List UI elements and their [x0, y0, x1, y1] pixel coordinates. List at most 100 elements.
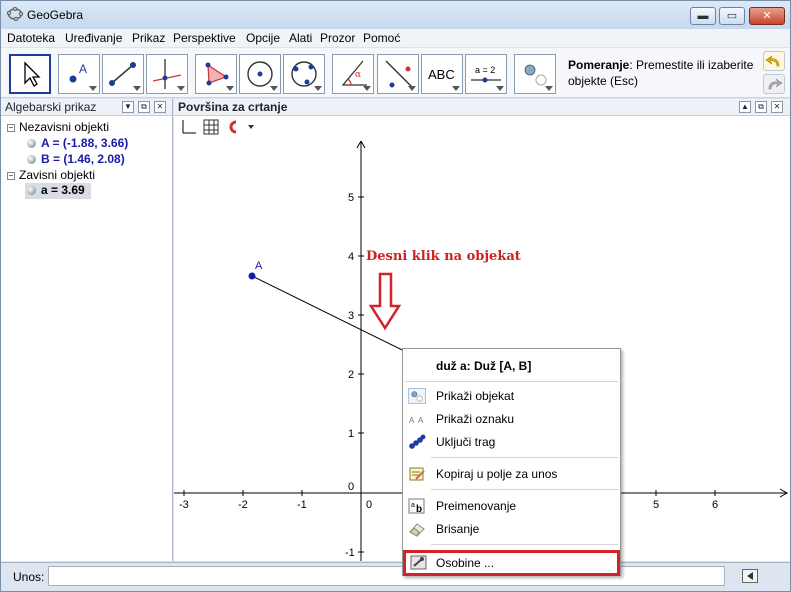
- dropdown-triangle-icon: [496, 86, 504, 91]
- algebra-item-point-b[interactable]: B = (1.46, 2.08): [27, 152, 125, 166]
- input-help-button[interactable]: [742, 569, 758, 583]
- circle-tool-button[interactable]: [239, 54, 281, 94]
- input-label: Unos:: [13, 570, 45, 584]
- visibility-ball-icon[interactable]: [27, 155, 36, 165]
- menu-item-show-object[interactable]: Prikaži objekat: [403, 385, 622, 407]
- context-menu-title: duž a: Duž [A, B]: [436, 359, 532, 373]
- svg-text:A: A: [418, 416, 424, 425]
- triangle-left-icon: [747, 572, 753, 580]
- menu-perspectives[interactable]: Perspektive: [173, 31, 236, 45]
- y-tick-label: 3: [348, 310, 354, 322]
- menu-item-label: Prikaži objekat: [436, 389, 515, 403]
- reflect-tool-button[interactable]: [377, 54, 419, 94]
- algebra-item-point-a[interactable]: A = (-1.88, 3.66): [27, 136, 128, 150]
- visibility-ball-icon[interactable]: [27, 139, 36, 149]
- x-tick-label: -3: [179, 499, 189, 511]
- perpendicular-tool-button[interactable]: [146, 54, 188, 94]
- point-a[interactable]: [248, 272, 256, 280]
- slider-tool-button[interactable]: a = 2: [465, 54, 507, 94]
- menu-item-label: Preimenovanje: [436, 499, 517, 513]
- x-tick-label: 0: [366, 499, 372, 511]
- abc-label: ABC: [428, 67, 455, 82]
- menu-item-show-label[interactable]: AA Prikaži oznaku: [403, 408, 622, 430]
- circle-three-points-tool-button[interactable]: [283, 54, 325, 94]
- menu-item-copy-to-input[interactable]: Kopiraj u polje za unos: [403, 463, 622, 485]
- menu-view[interactable]: Prikaz: [132, 31, 165, 45]
- algebra-item-segment-a[interactable]: a = 3.69: [25, 183, 91, 199]
- redo-button[interactable]: [763, 74, 785, 94]
- menu-item-trace-on[interactable]: Uključi trag: [403, 431, 622, 453]
- undo-button[interactable]: [763, 51, 785, 71]
- graphics-style-icons: [182, 119, 254, 135]
- point-capture-magnet-icon[interactable]: [229, 120, 237, 134]
- x-tick-label: -2: [238, 499, 248, 511]
- menu-options[interactable]: Opcije: [246, 31, 280, 45]
- menu-file[interactable]: Datoteka: [7, 31, 55, 45]
- angle-tool-button[interactable]: α: [332, 54, 374, 94]
- polygon-tool-button[interactable]: [195, 54, 237, 94]
- collapse-icon[interactable]: −: [7, 171, 15, 180]
- x-tick-label: -1: [297, 499, 307, 511]
- x-tick-label: 5: [653, 499, 659, 511]
- graphics-style-bar: [174, 117, 790, 141]
- y-tick-label: 2: [348, 369, 354, 381]
- panel-close-icon[interactable]: ✕: [154, 101, 166, 113]
- dropdown-triangle-icon: [133, 86, 141, 91]
- redo-icon: [768, 78, 783, 90]
- right-click-annotation: Desni klik na objekat: [366, 249, 521, 264]
- panel-menu-icon[interactable]: ▼: [122, 101, 134, 113]
- algebra-item-text: A = (-1.88, 3.66): [41, 136, 129, 150]
- dropdown-triangle-icon: [545, 86, 553, 91]
- text-tool-button[interactable]: ABC: [421, 54, 463, 94]
- cursor-arrow-icon: [24, 61, 41, 87]
- minimize-button[interactable]: ▬: [690, 7, 716, 25]
- show-label-icon: AA: [409, 416, 424, 425]
- point-a-label: A: [255, 260, 263, 272]
- y-tick-label: 1: [348, 428, 354, 440]
- menu-item-rename[interactable]: ab Preimenovanje: [403, 495, 622, 517]
- panel-maximize-icon[interactable]: ▲: [739, 101, 751, 113]
- menu-item-label: Prikaži oznaku: [436, 412, 515, 426]
- show-axes-icon[interactable]: [182, 120, 196, 134]
- input-field[interactable]: [48, 566, 725, 586]
- panel-undock-icon[interactable]: ⧉: [755, 101, 767, 113]
- collapse-icon[interactable]: −: [7, 123, 15, 132]
- geogebra-logo-icon: [7, 6, 23, 22]
- dropdown-triangle-icon: [452, 86, 460, 91]
- algebra-view-header: Algebarski prikaz ▼ ⧉ ✕: [1, 99, 172, 116]
- toolbar: A α ABC a = 2 Pomeranje: Premestite ili …: [1, 48, 790, 98]
- close-button[interactable]: ✕: [749, 7, 785, 25]
- undo-icon: [765, 55, 780, 67]
- tool-help-text: Pomeranje: Premestite ili izaberite obje…: [568, 57, 758, 89]
- menu-item-delete[interactable]: Brisanje: [403, 518, 622, 540]
- menu-item-label: Uključi trag: [436, 435, 496, 449]
- menu-divider: [431, 544, 618, 545]
- visibility-ball-icon[interactable]: [27, 186, 36, 196]
- show-hide-tool-button[interactable]: [514, 54, 556, 94]
- point-tool-button[interactable]: A: [58, 54, 100, 94]
- line-tool-button[interactable]: [102, 54, 144, 94]
- menu-item-properties[interactable]: Osobine ...: [403, 550, 620, 576]
- panel-close-icon[interactable]: ✕: [771, 101, 783, 113]
- menu-window[interactable]: Prozor: [320, 31, 355, 45]
- panel-undock-icon[interactable]: ⧉: [138, 101, 150, 113]
- context-menu: duž a: Duž [A, B] Prikaži objekat AA Pri…: [402, 348, 621, 576]
- menu-bar: Datoteka Uređivanje Prikaz Perspektive O…: [1, 29, 790, 47]
- dropdown-triangle-icon: [270, 86, 278, 91]
- properties-icon: [410, 555, 427, 570]
- menu-help[interactable]: Pomoć: [363, 31, 400, 45]
- svg-text:b: b: [416, 504, 422, 514]
- dropdown-triangle-icon: [363, 86, 371, 91]
- menu-tools[interactable]: Alati: [289, 31, 312, 45]
- menu-edit[interactable]: Uređivanje: [65, 31, 122, 45]
- dropdown-arrow-icon[interactable]: [248, 125, 254, 129]
- show-grid-icon[interactable]: [203, 119, 219, 135]
- y-tick-label: 5: [348, 192, 354, 204]
- tree-dependent-objects[interactable]: − Zavisni objekti: [7, 168, 95, 182]
- maximize-button[interactable]: ▭: [719, 7, 745, 25]
- copy-to-input-icon: [409, 467, 425, 481]
- tree-free-objects[interactable]: − Nezavisni objekti: [7, 120, 109, 134]
- menu-item-label: Kopiraj u polje za unos: [436, 467, 558, 481]
- menu-item-label: Osobine ...: [436, 556, 495, 570]
- move-tool-button[interactable]: [9, 54, 51, 94]
